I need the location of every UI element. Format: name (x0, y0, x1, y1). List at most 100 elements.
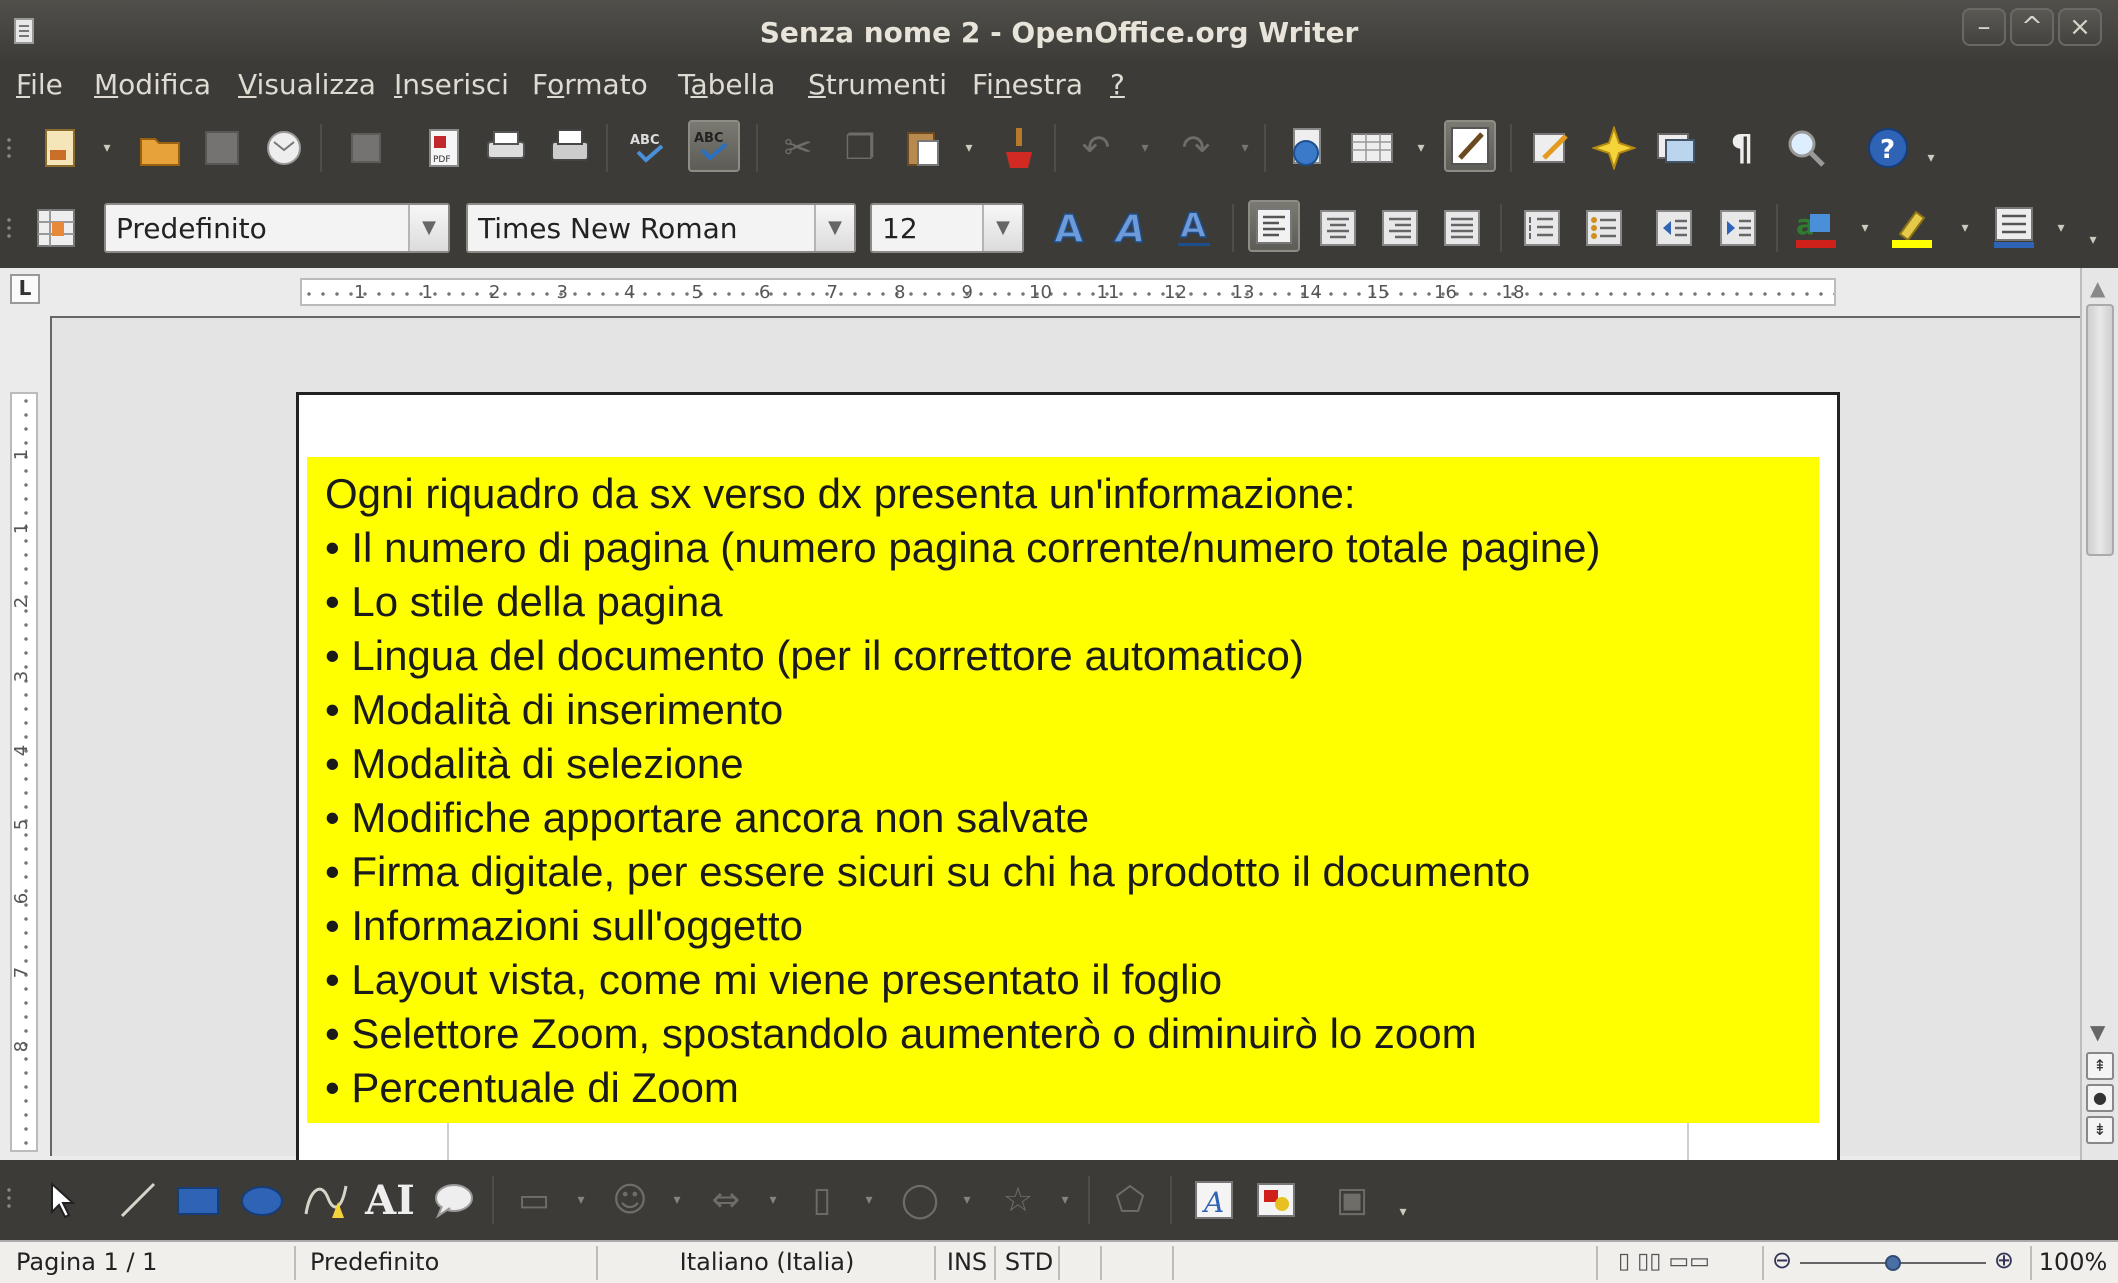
background-color-dropdown-arrow[interactable]: ▾ (2054, 202, 2068, 254)
callout-icon[interactable] (428, 1174, 480, 1226)
minimize-button[interactable]: – (1962, 8, 2006, 46)
multi-page-view-icon[interactable]: ▯▯ (1637, 1249, 1661, 1274)
document-page[interactable]: Ogni riquadro da sx verso dx presenta un… (296, 392, 1840, 1180)
zoom-icon[interactable] (1780, 122, 1832, 174)
zoom-slider-knob[interactable] (1885, 1255, 1901, 1271)
extrusion-icon[interactable]: ▣ (1326, 1174, 1378, 1226)
font-name-combo[interactable]: Times New Roman ▼ (466, 203, 856, 253)
decrease-indent-icon[interactable] (1648, 202, 1700, 254)
view-layout[interactable]: ▯ ▯▯ ▭▭ (1604, 1246, 1764, 1280)
previous-page-button[interactable]: ⇞ (2086, 1052, 2114, 1080)
select-icon[interactable] (34, 1174, 86, 1226)
chevron-down-icon[interactable]: ▼ (814, 205, 854, 251)
show-draw-functions-icon[interactable] (1444, 120, 1496, 172)
undo-dropdown-arrow[interactable]: ▾ (1138, 122, 1152, 174)
fontwork-icon[interactable]: A (1188, 1174, 1240, 1226)
open-icon[interactable] (134, 122, 186, 174)
horizontal-ruler[interactable]: 1 1 2 3 4 5 6 7 8 9 10 11 12 13 14 15 16 18 (300, 278, 1836, 306)
numbering-icon[interactable] (1516, 202, 1568, 254)
paste-dropdown-arrow[interactable]: ▾ (962, 122, 976, 174)
digital-signature-indicator[interactable] (1106, 1246, 1174, 1280)
toolbar-grip[interactable] (6, 1186, 12, 1212)
document-language[interactable]: Italiano (Italia) (600, 1246, 936, 1280)
toolbar-overflow-arrow[interactable]: ▾ (1924, 132, 1938, 184)
scrollbar-thumb[interactable] (2086, 304, 2114, 556)
bold-icon[interactable]: A (1044, 202, 1096, 254)
text-icon[interactable]: AI (364, 1174, 416, 1226)
page-style[interactable]: Predefinito (300, 1246, 598, 1280)
font-color-dropdown-arrow[interactable]: ▾ (1858, 202, 1872, 254)
chevron-down-icon[interactable]: ▼ (408, 205, 448, 251)
callouts-icon[interactable]: ◯ (894, 1174, 946, 1226)
help-icon[interactable]: ? (1862, 122, 1914, 174)
edit-file-icon[interactable] (340, 122, 392, 174)
table-dropdown-arrow[interactable]: ▾ (1414, 122, 1428, 174)
symbol-shapes-icon[interactable]: ☺ (604, 1174, 656, 1226)
highlight-icon[interactable] (1886, 202, 1938, 254)
vertical-ruler[interactable]: 1 1 2 3 4 5 6 7 8 (10, 392, 38, 1152)
tab-stop-type-button[interactable]: L (10, 274, 40, 304)
navigation-button[interactable]: ● (2086, 1084, 2114, 1112)
hyperlink-icon[interactable] (1282, 122, 1334, 174)
align-left-icon[interactable] (1248, 200, 1300, 252)
table-icon[interactable] (1346, 122, 1398, 174)
menu-help[interactable]: ? (1104, 66, 1131, 103)
bullets-icon[interactable] (1578, 202, 1630, 254)
font-size-combo[interactable]: 12 ▼ (870, 203, 1024, 253)
underline-icon[interactable]: A (1168, 202, 1220, 254)
book-view-icon[interactable]: ▭▭ (1668, 1249, 1710, 1274)
paste-icon[interactable] (896, 122, 948, 174)
zoom-slider[interactable]: ⊖ ⊕ (1768, 1246, 2018, 1280)
justify-icon[interactable] (1436, 202, 1488, 254)
align-center-icon[interactable] (1312, 202, 1364, 254)
highlight-dropdown-arrow[interactable]: ▾ (1958, 202, 1972, 254)
stars-dropdown-arrow[interactable]: ▾ (1058, 1174, 1072, 1226)
menu-formato[interactable]: Formato (526, 66, 654, 103)
rectangle-icon[interactable] (172, 1174, 224, 1226)
toolbar-grip[interactable] (6, 216, 12, 242)
highlighted-text-block[interactable]: Ogni riquadro da sx verso dx presenta un… (307, 457, 1819, 1123)
points-icon[interactable]: ⬠ (1104, 1174, 1156, 1226)
selection-mode[interactable]: STD (1000, 1246, 1060, 1280)
chevron-down-icon[interactable]: ▼ (982, 205, 1022, 251)
single-page-view-icon[interactable]: ▯ (1618, 1249, 1630, 1274)
block-arrows-icon[interactable]: ⇔ (700, 1174, 752, 1226)
flowchart-dropdown-arrow[interactable]: ▾ (862, 1174, 876, 1226)
redo-dropdown-arrow[interactable]: ▾ (1238, 122, 1252, 174)
basic-shapes-icon[interactable]: ▭ (508, 1174, 560, 1226)
close-button[interactable]: × (2058, 8, 2102, 46)
stars-icon[interactable]: ☆ (992, 1174, 1044, 1226)
spellcheck-icon[interactable]: ABC (624, 122, 676, 174)
toolbar-overflow-arrow[interactable]: ▾ (2086, 214, 2100, 266)
styles-icon[interactable] (30, 202, 82, 254)
nonprinting-chars-icon[interactable]: ¶ (1716, 122, 1768, 174)
toolbar-grip[interactable] (6, 136, 12, 162)
symbol-shapes-dropdown-arrow[interactable]: ▾ (670, 1174, 684, 1226)
find-replace-icon[interactable] (1526, 122, 1578, 174)
document-modified-indicator[interactable] (1064, 1246, 1102, 1280)
align-right-icon[interactable] (1374, 202, 1426, 254)
scroll-up-arrow[interactable]: ▲ (2090, 276, 2105, 300)
menu-inserisci[interactable]: Inserisci (388, 66, 515, 103)
font-color-icon[interactable]: a (1790, 202, 1842, 254)
cut-icon[interactable]: ✂ (772, 122, 824, 174)
block-arrows-dropdown-arrow[interactable]: ▾ (766, 1174, 780, 1226)
ellipse-icon[interactable] (236, 1174, 288, 1226)
italic-icon[interactable]: A (1106, 202, 1158, 254)
redo-icon[interactable]: ↷ (1170, 122, 1222, 174)
page-number[interactable]: Pagina 1 / 1 (6, 1246, 296, 1280)
copy-icon[interactable]: ❐ (834, 122, 886, 174)
toolbar-overflow-arrow[interactable]: ▾ (1396, 1186, 1410, 1238)
vertical-scrollbar[interactable]: ▲ ▼ ⇞ ● ⇟ (2080, 268, 2118, 1160)
menu-finestra[interactable]: Finestra (966, 66, 1089, 103)
email-icon[interactable] (258, 122, 310, 174)
navigator-icon[interactable] (1588, 122, 1640, 174)
new-document-icon[interactable] (34, 122, 86, 174)
autospellcheck-icon[interactable]: ABC (688, 120, 740, 172)
from-file-icon[interactable] (1250, 1174, 1302, 1226)
new-dropdown-arrow[interactable]: ▾ (100, 122, 114, 174)
menu-file[interactable]: File (10, 66, 69, 103)
menu-strumenti[interactable]: Strumenti (802, 66, 953, 103)
zoom-out-icon[interactable]: ⊖ (1772, 1246, 1792, 1274)
insert-mode[interactable]: INS (940, 1246, 996, 1280)
